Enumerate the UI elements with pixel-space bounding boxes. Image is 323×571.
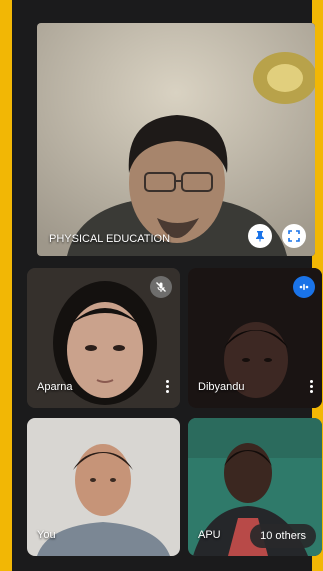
fullscreen-icon (288, 230, 300, 242)
participant-name: PHYSICAL EDUCATION (49, 233, 171, 245)
meeting-grid: PHYSICAL EDUCATION Aparna Dibyandu You A… (12, 0, 322, 571)
participant-tile-aparna[interactable]: Aparna (27, 268, 180, 408)
participant-name: Dibyandu (198, 381, 245, 393)
more-options-button[interactable] (162, 376, 172, 396)
participant-name: You (37, 529, 56, 541)
speaking-indicator-icon (299, 284, 309, 290)
fullscreen-button[interactable] (282, 224, 306, 248)
participant-tile-dibyandu[interactable]: Dibyandu (188, 268, 322, 408)
main-video-feed (37, 23, 315, 256)
mic-off-indicator (150, 276, 172, 298)
participant-tile-apu[interactable]: APU 10 others (188, 418, 322, 556)
others-count-button[interactable]: 10 others (250, 524, 316, 548)
more-options-button[interactable] (306, 376, 316, 396)
pin-icon (256, 231, 264, 242)
participant-name: Aparna (37, 381, 73, 393)
participant-name: APU (198, 529, 221, 541)
pin-button[interactable] (248, 224, 272, 248)
speaking-indicator (293, 276, 315, 298)
participant-tile-you[interactable]: You (27, 418, 180, 556)
main-video-tile[interactable]: PHYSICAL EDUCATION (37, 23, 315, 256)
mic-off-icon (156, 282, 166, 292)
